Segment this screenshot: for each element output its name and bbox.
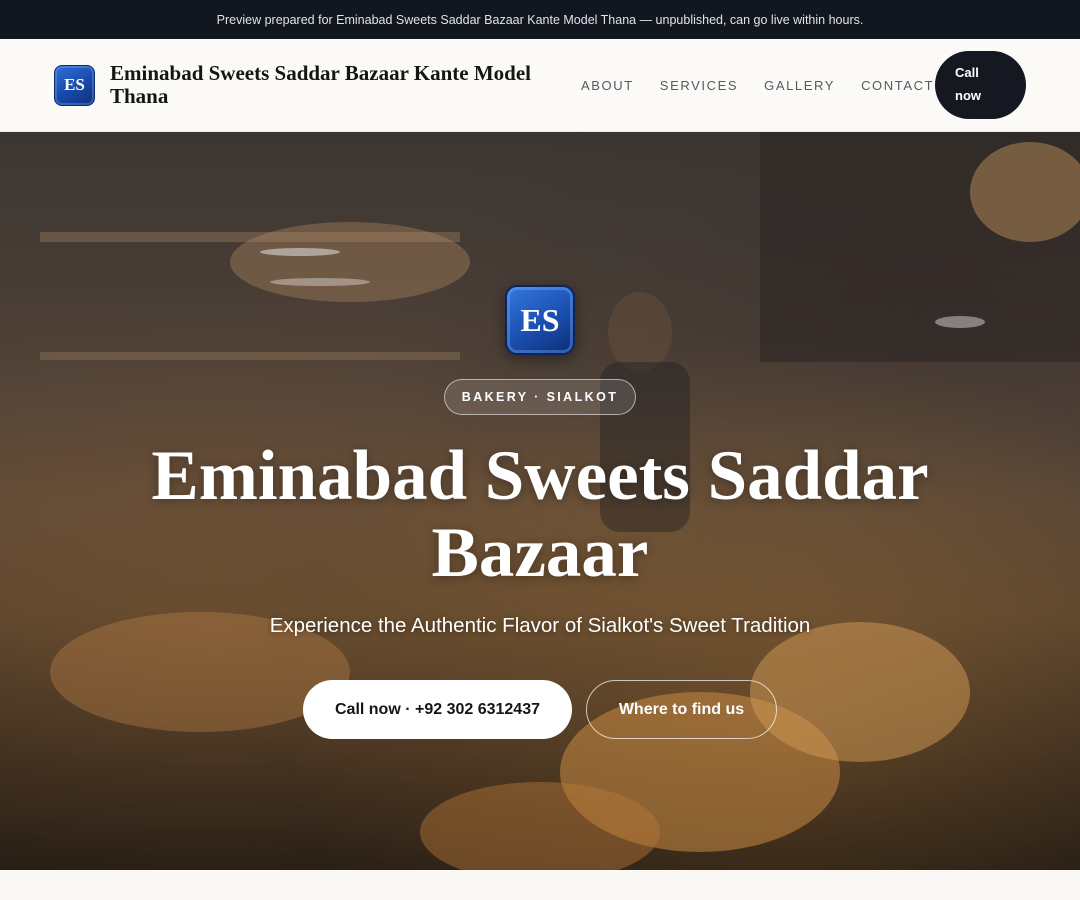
preview-banner: Preview prepared for Eminabad Sweets Sad…: [0, 0, 1080, 39]
header-call-button[interactable]: Call now: [935, 51, 1026, 119]
category-pill: BAKERY · SIALKOT: [444, 379, 636, 415]
brand-name: Eminabad Sweets Saddar Bazaar Kante Mode…: [110, 61, 532, 108]
nav-services-link[interactable]: SERVICES: [660, 78, 738, 93]
hero-subtitle: Experience the Authentic Flavor of Sialk…: [269, 614, 811, 637]
nav-contact-link[interactable]: CONTACT: [861, 78, 934, 93]
brand[interactable]: ES Eminabad Sweets Saddar Bazaar Kante M…: [54, 62, 570, 108]
site-header: ES Eminabad Sweets Saddar Bazaar Kante M…: [0, 39, 1080, 132]
hero-title: Eminabad Sweets Saddar Bazaar: [151, 437, 929, 592]
nav-about-link[interactable]: ABOUT: [581, 78, 634, 93]
next-section: [0, 870, 1080, 900]
hero-section: ES BAKERY · SIALKOT Eminabad Sweets Sadd…: [0, 132, 1080, 870]
hero-call-button[interactable]: Call now · +92 302 6312437: [303, 680, 572, 739]
hero-content: ES BAKERY · SIALKOT Eminabad Sweets Sadd…: [0, 132, 1080, 870]
main-nav: ABOUT SERVICES GALLERY CONTACT: [581, 39, 934, 132]
preview-banner-text: Preview prepared for Eminabad Sweets Sad…: [216, 12, 864, 27]
hero-logo-badge: ES: [505, 285, 575, 355]
nav-gallery-link[interactable]: GALLERY: [764, 78, 835, 93]
logo-badge: ES: [54, 64, 95, 106]
find-us-button[interactable]: Where to find us: [586, 680, 777, 739]
